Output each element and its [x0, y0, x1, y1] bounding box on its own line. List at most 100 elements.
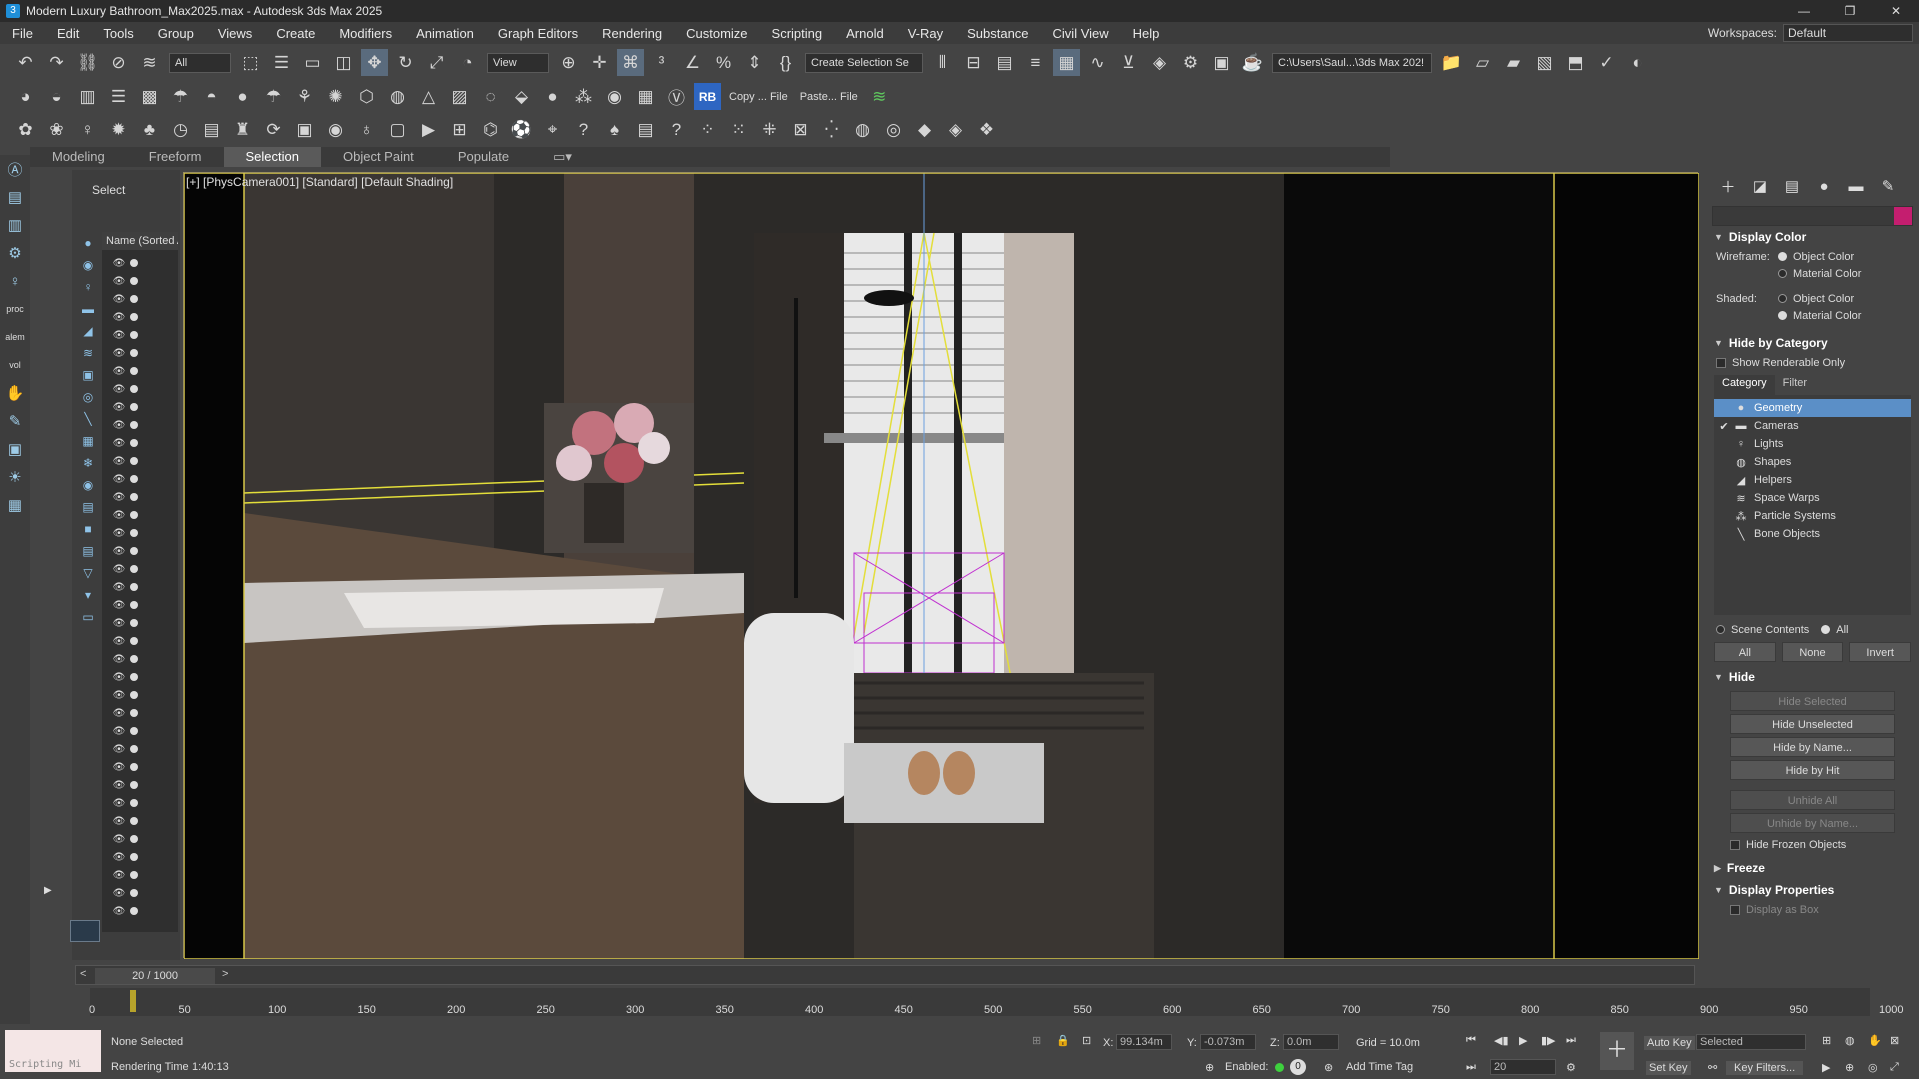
menu-customize[interactable]: Customize [674, 26, 759, 41]
explorer-row[interactable]: 👁 [102, 560, 178, 578]
window-crossing-icon[interactable]: ◫ [330, 49, 357, 76]
visibility-icon[interactable]: 👁 [112, 456, 126, 467]
create-grid-icon[interactable]: ⊞ [446, 116, 473, 143]
render-toggle-icon[interactable] [130, 439, 138, 447]
explorer-row[interactable]: 👁 [102, 740, 178, 758]
angle-snap-icon[interactable]: ∠ [679, 49, 706, 76]
spinner-snap-icon[interactable]: ⇕ [741, 49, 768, 76]
unhide-by-name-button[interactable]: Unhide by Name... [1730, 813, 1895, 833]
strip-render-icon[interactable]: ▦ [0, 491, 30, 519]
render-toggle-icon[interactable] [130, 331, 138, 339]
explorer-row[interactable]: 👁 [102, 398, 178, 416]
render-frame-icon[interactable]: ▣ [1208, 49, 1235, 76]
render-toggle-icon[interactable] [130, 421, 138, 429]
material-convert-icon[interactable]: ◉ [601, 83, 628, 110]
auto-key-button[interactable]: Auto Key [1644, 1036, 1695, 1050]
utilities-tab-icon[interactable]: ✎ [1872, 177, 1904, 195]
hide-by-name-button[interactable]: Hide by Name... [1730, 737, 1895, 757]
dome-light-icon[interactable]: ◓ [198, 83, 225, 110]
select-object-icon[interactable]: ⬚ [237, 49, 264, 76]
set-key-button[interactable]: Set Key [1646, 1061, 1691, 1075]
visibility-icon[interactable]: 👁 [112, 366, 126, 377]
filter-funnel-icon[interactable]: ▽ [78, 562, 98, 584]
paste-file-button[interactable]: Paste... File [800, 91, 858, 103]
bind-spacewarp-icon[interactable]: ≋ [136, 49, 163, 76]
render-toggle-icon[interactable] [130, 889, 138, 897]
maximize-viewport-icon[interactable]: ⤢ [1890, 1061, 1899, 1074]
visibility-icon[interactable]: 👁 [112, 906, 126, 917]
visibility-icon[interactable]: 👁 [112, 798, 126, 809]
visibility-icon[interactable]: 👁 [112, 546, 126, 557]
truck-icon[interactable]: ⊕ [1845, 1061, 1854, 1074]
scene-contents-radio[interactable] [1716, 625, 1725, 634]
particle-a-icon[interactable]: ⁘ [694, 116, 721, 143]
open-icon[interactable]: ▱ [1469, 49, 1496, 76]
menu-file[interactable]: File [0, 26, 45, 41]
explorer-row[interactable]: 👁 [102, 848, 178, 866]
hide-selected-button[interactable]: Hide Selected [1730, 691, 1895, 711]
filter-warp-icon[interactable]: ≋ [78, 342, 98, 364]
visibility-icon[interactable]: 👁 [112, 672, 126, 683]
vray-scene-icon[interactable]: ⬙ [508, 83, 535, 110]
explorer-row[interactable]: 👁 [102, 470, 178, 488]
render-toggle-icon[interactable] [130, 853, 138, 861]
category-item[interactable]: ✔ ▬ Cameras [1714, 417, 1911, 435]
shaded-object-color-radio[interactable] [1778, 294, 1787, 303]
maxscript-listener[interactable]: Scripting Mi [5, 1030, 101, 1072]
strip-hand-icon[interactable]: ✋ [0, 379, 30, 407]
render-icon[interactable]: ☕ [1239, 49, 1266, 76]
category-item[interactable]: ⁂ Particle Systems [1714, 507, 1911, 525]
filter-camera-icon[interactable]: ▬ [78, 298, 98, 320]
menu-help[interactable]: Help [1121, 26, 1172, 41]
category-item[interactable]: ◢ Helpers [1714, 471, 1911, 489]
filter-helper-icon[interactable]: ◢ [78, 320, 98, 342]
particle-d-icon[interactable]: ⊠ [787, 116, 814, 143]
key-mode-icon[interactable]: ⏭ [1466, 1061, 1476, 1074]
create-sun-icon[interactable]: ✹ [105, 116, 132, 143]
explorer-row[interactable]: 👁 [102, 542, 178, 560]
filter-xref-icon[interactable]: ◎ [78, 386, 98, 408]
shaded-material-color-radio[interactable] [1778, 311, 1787, 320]
export-icon[interactable]: ⬒ [1562, 49, 1589, 76]
visibility-icon[interactable]: 👁 [112, 582, 126, 593]
freeze-rollout[interactable]: ▶ Freeze [1706, 857, 1919, 879]
visibility-icon[interactable]: 👁 [112, 618, 126, 629]
create-ball-icon[interactable]: ⚽ [508, 116, 535, 143]
explorer-row[interactable]: 👁 [102, 362, 178, 380]
scene-explorer-icon[interactable]: ▤ [991, 49, 1018, 76]
mirror-icon[interactable]: ⫴ [929, 49, 956, 76]
explorer-row[interactable]: 👁 [102, 380, 178, 398]
reference-coord-dropdown[interactable]: View [487, 52, 549, 73]
camera-viewport[interactable] [183, 172, 1700, 960]
zoom-extents-icon[interactable]: ⊞ [1822, 1034, 1831, 1047]
create-tab-icon[interactable]: ＋ [1712, 176, 1744, 197]
key-filters-button[interactable]: Key Filters... [1726, 1061, 1804, 1075]
redo-icon[interactable]: ↷ [43, 49, 70, 76]
menu-modifiers[interactable]: Modifiers [327, 26, 404, 41]
enabled-status-dot[interactable] [1275, 1063, 1284, 1072]
sim-a-icon[interactable]: ◍ [849, 116, 876, 143]
strip-light-icon[interactable]: ♀ [0, 267, 30, 295]
render-toggle-icon[interactable] [130, 601, 138, 609]
project-folder-icon[interactable]: 📁 [1438, 49, 1465, 76]
select-by-name-icon[interactable]: ☰ [268, 49, 295, 76]
vray-logo-icon[interactable]: Ⓥ [663, 83, 690, 110]
render-toggle-icon[interactable] [130, 403, 138, 411]
create-tag-icon[interactable]: ⌖ [539, 116, 566, 143]
visibility-icon[interactable]: 👁 [112, 600, 126, 611]
wireframe-object-color-radio[interactable] [1778, 252, 1787, 261]
hide-by-category-rollout[interactable]: ▼ Hide by Category [1706, 332, 1919, 354]
render-toggle-icon[interactable] [130, 475, 138, 483]
pivot-icon[interactable]: ⊕ [555, 49, 582, 76]
render-toggle-icon[interactable] [130, 547, 138, 555]
lister-icon[interactable]: ▦ [632, 83, 659, 110]
decal-icon[interactable]: ▨ [446, 83, 473, 110]
render-toggle-icon[interactable] [130, 691, 138, 699]
render-toggle-icon[interactable] [130, 565, 138, 573]
play-icon[interactable]: ▶ [1519, 1034, 1527, 1047]
ies-light-icon[interactable]: ☂ [260, 83, 287, 110]
render-toggle-icon[interactable] [130, 511, 138, 519]
visibility-icon[interactable]: 👁 [112, 402, 126, 413]
render-toggle-icon[interactable] [130, 709, 138, 717]
render-toggle-icon[interactable] [130, 799, 138, 807]
